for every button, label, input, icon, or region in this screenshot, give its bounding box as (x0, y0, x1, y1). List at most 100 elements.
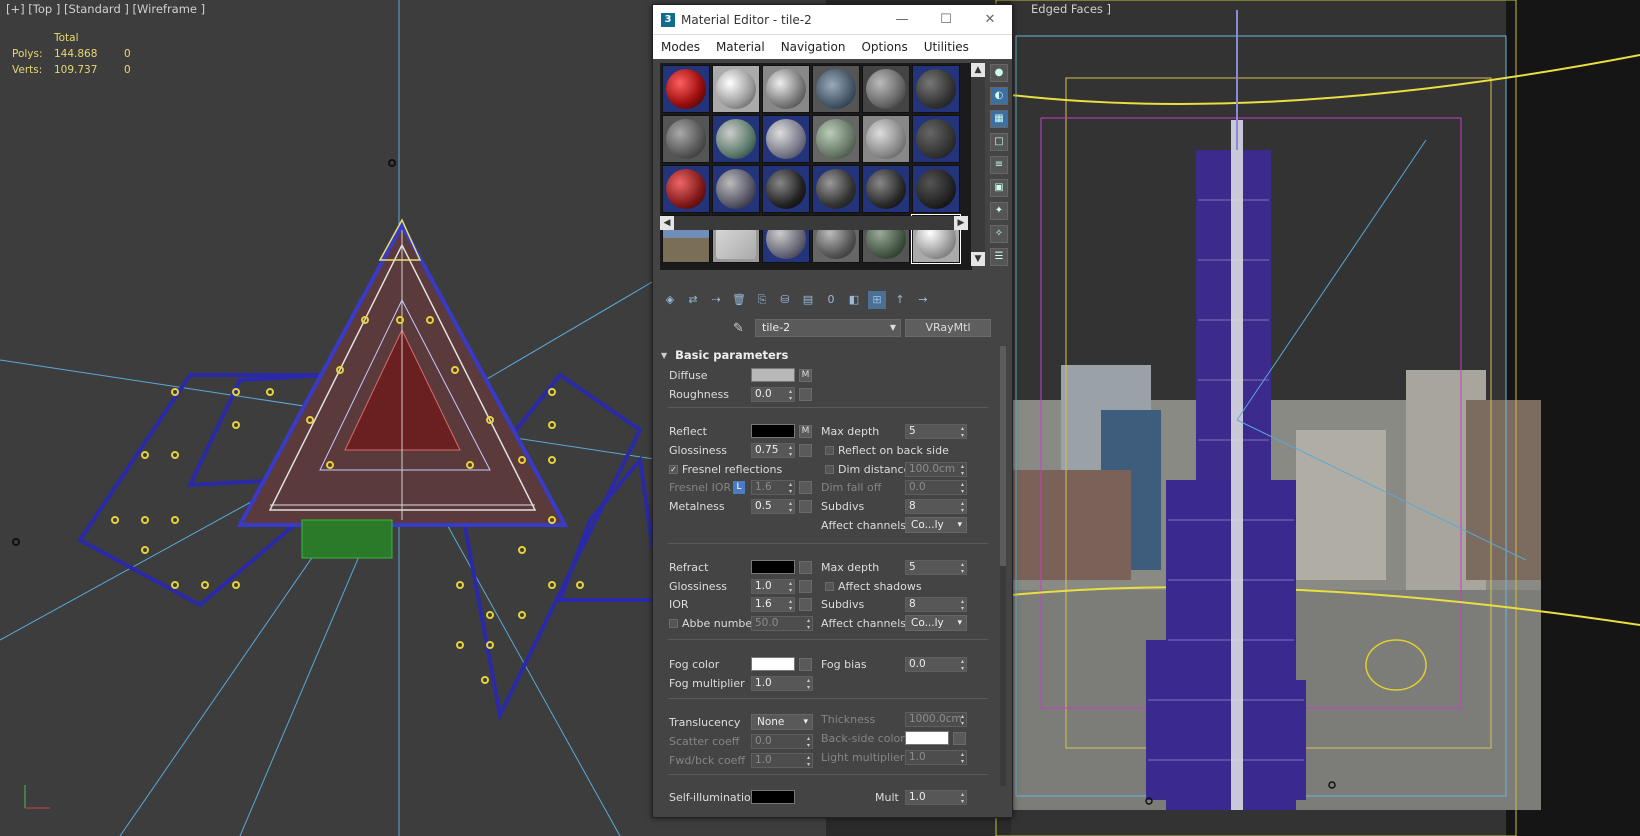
viewport-label[interactable]: [+] [Top ] [Standard ] [Wireframe ] (6, 2, 205, 16)
sample-slot[interactable] (712, 115, 760, 163)
scroll-left-icon[interactable]: ◀ (660, 216, 674, 230)
reflect-affect-channels-dropdown[interactable]: Co...ly (905, 517, 967, 533)
material-type-button[interactable]: VRayMtl (905, 319, 991, 337)
fog-multiplier-spinner[interactable]: 1.0 (751, 675, 813, 691)
material-id-channel-icon[interactable]: 0 (822, 291, 840, 309)
scrollbar-thumb[interactable] (1000, 346, 1006, 566)
back-side-map-button[interactable] (953, 731, 966, 745)
put-to-library-icon[interactable]: ⛁ (776, 291, 794, 309)
dim-distance-checkbox[interactable] (825, 464, 834, 474)
material-name-field[interactable]: tile-2 ▼ (755, 319, 901, 337)
refract-map-button[interactable] (799, 560, 812, 574)
dim-falloff-spinner[interactable]: 0.0 (905, 479, 967, 495)
diffuse-color-swatch[interactable] (751, 368, 795, 382)
affect-shadows-checkbox[interactable] (825, 581, 834, 591)
sample-slot[interactable] (862, 165, 910, 213)
glossiness-map-button[interactable] (799, 443, 812, 457)
slots-vertical-scrollbar[interactable]: ▲ ▼ (971, 63, 985, 266)
sample-type-icon[interactable]: ● (990, 64, 1008, 82)
ior-spinner[interactable]: 1.6 (751, 596, 795, 612)
refract-glossiness-spinner[interactable]: 1.0 (751, 578, 795, 594)
parameters-scrollbar[interactable] (1000, 346, 1006, 786)
make-preview-icon[interactable]: ▣ (990, 179, 1008, 197)
refract-color-swatch[interactable] (751, 560, 795, 574)
background-checker-icon[interactable]: ▦ (990, 110, 1008, 128)
sample-slot[interactable] (662, 115, 710, 163)
material-map-navigator-icon[interactable]: ☰ (990, 248, 1008, 266)
mult-spinner[interactable]: 1.0 (905, 789, 967, 805)
sample-slot[interactable] (912, 165, 960, 213)
translucency-dropdown[interactable]: None (751, 714, 813, 730)
refract-affect-channels-dropdown[interactable]: Co...ly (905, 615, 967, 631)
sample-slot[interactable] (762, 165, 810, 213)
menu-material[interactable]: Material (708, 40, 773, 54)
fwd-bck-coeff-spinner[interactable]: 1.0 (751, 752, 813, 768)
save-icon[interactable]: ▤ (799, 291, 817, 309)
fresnel-ior-spinner[interactable]: 1.6 (751, 479, 795, 495)
fog-color-map-button[interactable] (799, 657, 812, 671)
lock-icon[interactable]: L (733, 480, 745, 494)
show-end-result-icon[interactable]: ⊞ (868, 291, 886, 309)
back-side-color-swatch[interactable] (905, 731, 949, 745)
assign-to-selection-icon[interactable]: ⇢ (707, 291, 725, 309)
reflect-max-depth-spinner[interactable]: 5 (905, 423, 967, 439)
slots-horizontal-scrollbar[interactable]: ◀ ▶ (660, 216, 968, 230)
sample-slot[interactable] (812, 165, 860, 213)
make-unique-icon[interactable]: ⎘ (753, 291, 771, 309)
sample-slot[interactable] (712, 65, 760, 113)
metalness-map-button[interactable] (799, 499, 812, 513)
maximize-button[interactable]: ☐ (924, 12, 968, 27)
menu-navigation[interactable]: Navigation (773, 40, 854, 54)
abbe-spinner[interactable]: 50.0 (751, 615, 813, 631)
sample-slot[interactable] (862, 115, 910, 163)
get-material-icon[interactable]: ◈ (661, 291, 679, 309)
roughness-map-button[interactable] (799, 387, 812, 401)
reflect-subdivs-spinner[interactable]: 8 (905, 498, 967, 514)
backlight-icon[interactable]: ◐ (990, 87, 1008, 105)
title-bar[interactable]: 3 Material Editor - tile-2 — ☐ ✕ (653, 5, 1012, 34)
refract-subdivs-spinner[interactable]: 8 (905, 596, 967, 612)
minimize-button[interactable]: — (880, 12, 924, 27)
select-by-material-icon[interactable]: ✧ (990, 225, 1008, 243)
go-to-parent-icon[interactable]: ↑ (891, 291, 909, 309)
reflect-color-swatch[interactable] (751, 424, 795, 438)
sample-slot[interactable] (812, 65, 860, 113)
sample-slot[interactable] (762, 115, 810, 163)
eyedropper-icon[interactable]: ✎ (733, 321, 749, 336)
show-shaded-icon[interactable]: ◧ (845, 291, 863, 309)
scroll-down-icon[interactable]: ▼ (971, 252, 985, 266)
scatter-coeff-spinner[interactable]: 0.0 (751, 733, 813, 749)
refract-glossiness-map-button[interactable] (799, 579, 812, 593)
fresnel-checkbox[interactable]: ✓ (669, 464, 678, 474)
sample-slot[interactable] (812, 115, 860, 163)
options-icon[interactable]: ✦ (990, 202, 1008, 220)
uv-tiling-icon[interactable]: □ (990, 133, 1008, 151)
sample-slot[interactable] (862, 65, 910, 113)
scroll-up-icon[interactable]: ▲ (971, 63, 985, 77)
material-editor-window[interactable]: 3 Material Editor - tile-2 — ☐ ✕ Modes M… (652, 4, 1013, 818)
ior-map-button[interactable] (799, 597, 812, 611)
sample-slot[interactable] (712, 165, 760, 213)
fresnel-ior-map-button[interactable] (799, 480, 812, 494)
menu-modes[interactable]: Modes (653, 40, 708, 54)
put-to-scene-icon[interactable]: ⇄ (684, 291, 702, 309)
scroll-right-icon[interactable]: ▶ (954, 216, 968, 230)
refract-max-depth-spinner[interactable]: 5 (905, 559, 967, 575)
diffuse-map-button[interactable]: M (799, 368, 812, 382)
menu-options[interactable]: Options (853, 40, 915, 54)
reset-map-icon[interactable]: 🗑 (730, 291, 748, 309)
go-forward-sibling-icon[interactable]: → (914, 291, 932, 309)
fog-bias-spinner[interactable]: 0.0 (905, 656, 967, 672)
abbe-checkbox[interactable] (669, 618, 678, 628)
viewport-label[interactable]: Edged Faces ] (1031, 2, 1111, 16)
self-illumination-swatch[interactable] (751, 790, 795, 804)
sample-slot[interactable] (662, 65, 710, 113)
menu-utilities[interactable]: Utilities (916, 40, 977, 54)
reflect-map-button[interactable]: M (799, 424, 812, 438)
dim-distance-spinner[interactable]: 100.0cm (905, 461, 967, 477)
close-button[interactable]: ✕ (968, 12, 1012, 27)
sample-slot[interactable] (912, 115, 960, 163)
reflect-back-side-checkbox[interactable] (825, 445, 834, 455)
sample-slot[interactable] (912, 65, 960, 113)
glossiness-spinner[interactable]: 0.75 (751, 442, 795, 458)
